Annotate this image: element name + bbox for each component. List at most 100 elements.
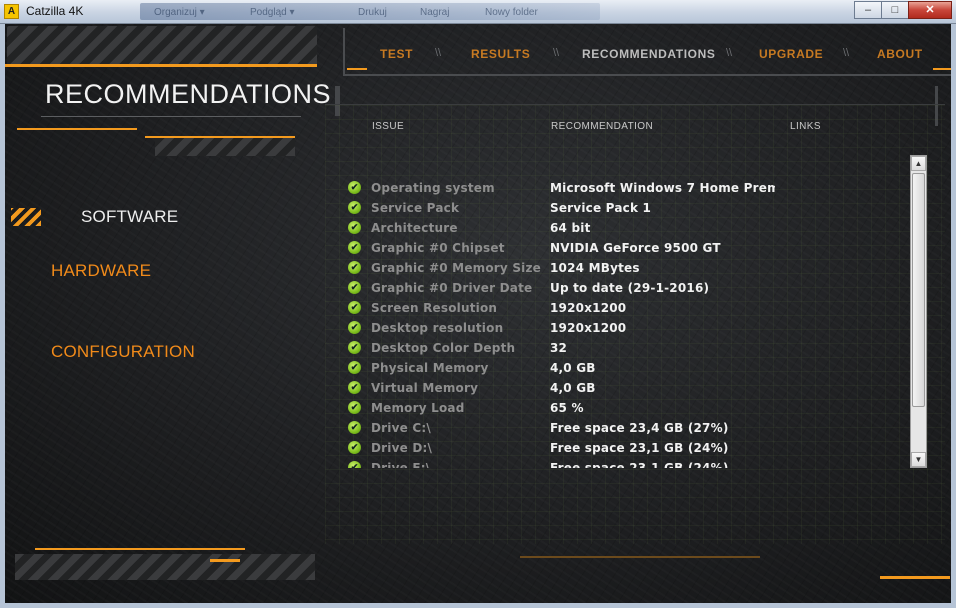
recommendation-cell: 1920x1200 (550, 321, 627, 335)
recommendation-cell: 32 (550, 341, 568, 355)
issue-cell: Drive D:\ (371, 441, 433, 455)
active-item-marker (11, 208, 41, 226)
table-body: ✔ Operating system Microsoft Windows 7 Hom… (345, 178, 910, 468)
background-item: Organizuj ▾ (154, 7, 205, 18)
accent-line (35, 548, 245, 550)
table-scrollbar[interactable]: ▲ ▼ (910, 155, 927, 468)
table-row[interactable]: ✔ Desktop Color Depth 32 (345, 338, 910, 358)
table-row[interactable]: ✔ Memory Load 65 % (345, 398, 910, 418)
tab-results[interactable]: RESULTS (471, 47, 530, 61)
ok-check-icon: ✔ (348, 381, 361, 394)
recommendation-cell: Up to date (29-1-2016) (550, 281, 710, 295)
column-header-links: LINKS (790, 121, 821, 132)
close-button[interactable]: ✕ (908, 1, 952, 19)
nav-separator: \\ (726, 47, 733, 59)
accent-line (880, 576, 950, 579)
issue-cell: Graphic #0 Memory Size (371, 261, 542, 275)
recommendations-table[interactable]: ✔ Operating system Microsoft Windows 7 Hom… (345, 155, 910, 468)
recommendation-cell: 4,0 GB (550, 361, 596, 375)
column-header-recommendation: RECOMMENDATION (551, 121, 654, 132)
table-row[interactable]: ✔ Drive E:\ Free space 23,1 GB (24%) (345, 458, 910, 468)
accent-line (933, 68, 951, 70)
issue-cell: Graphic #0 Driver Date (371, 281, 533, 295)
issue-cell: Drive E:\ (371, 461, 431, 468)
issue-cell: Desktop resolution (371, 321, 504, 335)
maximize-button[interactable]: □ (881, 1, 909, 19)
background-item: Drukuj (358, 7, 387, 18)
recommendation-cell: Free space 23,1 GB (24%) (550, 441, 729, 455)
issue-cell: Physical Memory (371, 361, 489, 375)
recommendation-cell: Microsoft Windows 7 Home Premium ( (550, 181, 775, 195)
ok-check-icon: ✔ (348, 341, 361, 354)
recommendation-cell: 1024 MBytes (550, 261, 640, 275)
top-nav: TEST \\ RESULTS \\ RECOMMENDATIONS \\ UP… (335, 24, 951, 86)
issue-cell: Operating system (371, 181, 495, 195)
recommendation-cell: 4,0 GB (550, 381, 596, 395)
sidebar-item-hardware[interactable]: HARDWARE (51, 261, 151, 281)
table-row[interactable]: ✔ Service Pack Service Pack 1 (345, 198, 910, 218)
window-controls: – □ ✕ (854, 1, 952, 19)
table-row[interactable]: ✔ Desktop resolution 1920x1200 (345, 318, 910, 338)
issue-cell: Architecture (371, 221, 458, 235)
tab-upgrade[interactable]: UPGRADE (759, 47, 823, 61)
nav-separator: \\ (435, 47, 442, 59)
recommendation-cell: NVIDIA GeForce 9500 GT (550, 241, 721, 255)
issue-cell: Graphic #0 Chipset (371, 241, 505, 255)
ok-check-icon: ✔ (348, 401, 361, 414)
tab-test[interactable]: TEST (380, 47, 413, 61)
background-item: Podgląd ▾ (250, 7, 295, 18)
ok-check-icon: ✔ (348, 181, 361, 194)
window-titlebar[interactable]: A Catzilla 4K Organizuj ▾ Podgląd ▾ Druk… (0, 0, 956, 24)
recommendation-cell: Free space 23,4 GB (27%) (550, 421, 729, 435)
issue-cell: Service Pack (371, 201, 460, 215)
tab-recommendations[interactable]: RECOMMENDATIONS (582, 47, 715, 61)
decoration (520, 556, 760, 558)
scroll-down-button[interactable]: ▼ (911, 452, 926, 467)
ok-check-icon: ✔ (348, 361, 361, 374)
ok-check-icon: ✔ (348, 261, 361, 274)
sidebar-item-configuration[interactable]: CONFIGURATION (51, 342, 195, 362)
issue-cell: Drive C:\ (371, 421, 431, 435)
ok-check-icon: ✔ (348, 421, 361, 434)
recommendation-cell: Service Pack 1 (550, 201, 652, 215)
ok-check-icon: ✔ (348, 461, 361, 468)
recommendation-cell: 1920x1200 (550, 301, 627, 315)
issue-cell: Memory Load (371, 401, 465, 415)
background-item: Nagraj (420, 7, 450, 18)
app-icon: A (4, 4, 19, 19)
recommendation-cell: 64 bit (550, 221, 591, 235)
scroll-thumb[interactable] (912, 173, 925, 407)
column-header-issue: ISSUE (372, 121, 405, 132)
table-row[interactable]: ✔ Operating system Microsoft Windows 7 Hom… (345, 178, 910, 198)
table-top-spacer (345, 155, 910, 178)
sidebar-item-software[interactable]: SOFTWARE (81, 207, 178, 227)
table-row[interactable]: ✔ Architecture 64 bit (345, 218, 910, 238)
issue-cell: Virtual Memory (371, 381, 479, 395)
table-row[interactable]: ✔ Graphic #0 Driver Date Up to date (29-1-… (345, 278, 910, 298)
issue-cell: Screen Resolution (371, 301, 498, 315)
ok-check-icon: ✔ (348, 301, 361, 314)
nav-separator: \\ (843, 47, 850, 59)
accent-line (17, 128, 137, 130)
left-panel: RECOMMENDATIONS SOFTWARE HARDWARE CONFIG… (5, 24, 331, 603)
background-explorer-toolbar: Organizuj ▾ Podgląd ▾ Drukuj Nagraj Nowy… (140, 3, 600, 20)
ok-check-icon: ✔ (348, 241, 361, 254)
table-row[interactable]: ✔ Graphic #0 Chipset NVIDIA GeForce 9500 G… (345, 238, 910, 258)
ok-check-icon: ✔ (348, 321, 361, 334)
table-row[interactable]: ✔ Virtual Memory 4,0 GB (345, 378, 910, 398)
table-row[interactable]: ✔ Drive D:\ Free space 23,1 GB (24%) (345, 438, 910, 458)
hatch-decoration (7, 26, 317, 64)
hatch-decoration (15, 554, 315, 580)
recommendation-cell: Free space 23,1 GB (24%) (550, 461, 729, 468)
tab-about[interactable]: ABOUT (877, 47, 923, 61)
table-row[interactable]: ✔ Screen Resolution 1920x1200 (345, 298, 910, 318)
ok-check-icon: ✔ (348, 281, 361, 294)
table-row[interactable]: ✔ Physical Memory 4,0 GB (345, 358, 910, 378)
recommendation-cell: 65 % (550, 401, 584, 415)
ok-check-icon: ✔ (348, 221, 361, 234)
table-row[interactable]: ✔ Graphic #0 Memory Size 1024 MBytes (345, 258, 910, 278)
scroll-up-button[interactable]: ▲ (911, 156, 926, 171)
minimize-button[interactable]: – (854, 1, 882, 19)
divider (41, 116, 301, 117)
table-row[interactable]: ✔ Drive C:\ Free space 23,4 GB (27%) (345, 418, 910, 438)
